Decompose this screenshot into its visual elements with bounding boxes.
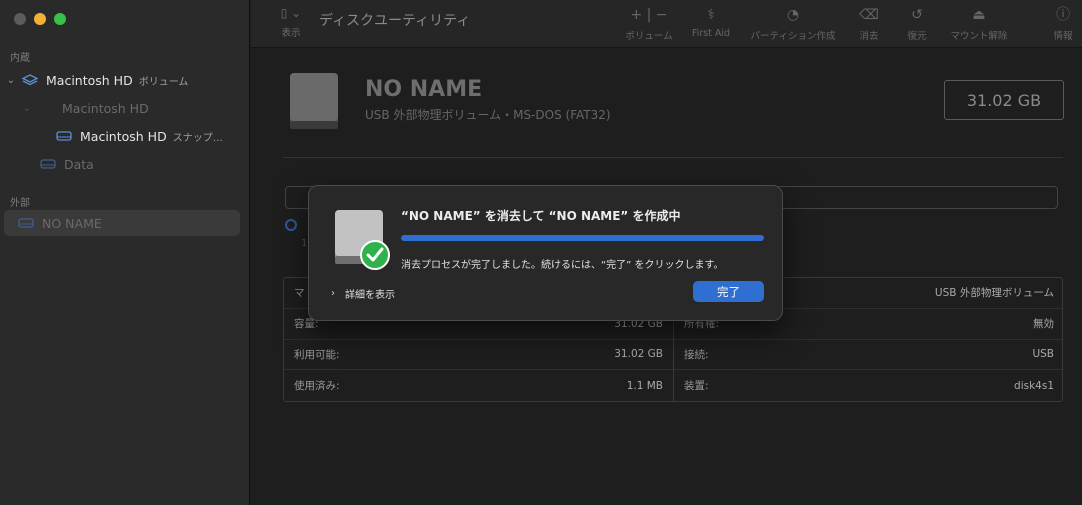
erase-button[interactable]: ⌫ 消去 xyxy=(851,6,887,42)
pie-chart-icon: ◔ xyxy=(786,7,800,23)
sidebar-item-label: NO NAME xyxy=(42,215,102,231)
info-value: disk4s1 xyxy=(1014,379,1054,392)
disk-size: 31.02 GB xyxy=(944,80,1064,120)
restore-label: 復元 xyxy=(907,31,927,42)
sidebar-item-macintosh-hd-snapshot[interactable]: Macintosh HD スナップ… xyxy=(52,123,240,149)
info-value: 1.1 MB xyxy=(626,379,663,392)
sidebar-toggle-icon: ▯ ⌄ xyxy=(280,6,302,20)
sidebar: 内蔵 ⌄ Macintosh HD ボリューム ⌄ Macintosh HD M… xyxy=(0,0,250,505)
view-label: 表示 xyxy=(281,28,301,39)
toolbar: ▯ ⌄ 表示 ディスクユーティリティ + | − ボリューム ⚕ First A… xyxy=(251,0,1082,48)
sidebar-item-label: Macintosh HD xyxy=(80,128,167,144)
chevron-down-icon[interactable]: ⌄ xyxy=(20,103,34,114)
info-label: マ xyxy=(294,287,305,300)
section-internal-label: 内蔵 xyxy=(10,53,30,64)
plus-minus-icon: + | − xyxy=(630,7,668,23)
volume-label: ボリューム xyxy=(625,31,673,42)
sidebar-item-macintosh-hd-volume[interactable]: ⌄ Macintosh HD ボリューム xyxy=(4,67,240,93)
info-row: 装置: disk4s1 xyxy=(674,370,1064,401)
info-label: 利用可能: xyxy=(294,348,340,361)
view-button[interactable]: ▯ ⌄ 表示 xyxy=(271,6,311,39)
erase-label: 消去 xyxy=(859,31,879,42)
stethoscope-icon: ⚕ xyxy=(707,7,715,23)
chevron-down-icon[interactable]: ⌄ xyxy=(4,75,18,86)
first-aid-button[interactable]: ⚕ First Aid xyxy=(687,6,735,39)
info-button[interactable]: ⓘ 情報 xyxy=(1047,6,1079,42)
drive-icon xyxy=(40,159,56,169)
sidebar-item-label: Data xyxy=(64,156,94,172)
info-label: 情報 xyxy=(1053,31,1073,42)
unmount-button[interactable]: ⏏ マウント解除 xyxy=(941,6,1017,42)
done-button[interactable]: 完了 xyxy=(693,281,764,302)
show-details-toggle[interactable]: › 詳細を表示 xyxy=(331,286,395,301)
erase-progress-dialog: “NO NAME” を消去して “NO NAME” を作成中 消去プロセスが完了… xyxy=(308,185,783,321)
info-row: 接続: USB xyxy=(674,340,1064,371)
legend-dot xyxy=(285,219,297,231)
layers-icon xyxy=(22,74,38,86)
partition-label: パーティション作成 xyxy=(750,31,836,42)
window-title: ディスクユーティリティ xyxy=(319,13,471,29)
drive-icon xyxy=(18,218,34,228)
minimize-window-button[interactable] xyxy=(34,13,46,25)
window-controls xyxy=(14,13,66,25)
info-label: 接続: xyxy=(684,348,709,361)
close-window-button[interactable] xyxy=(14,13,26,25)
sidebar-item-sub: ボリューム xyxy=(138,76,189,88)
external-drive-icon xyxy=(290,73,338,129)
drive-checkmark-icon xyxy=(335,210,390,270)
info-icon: ⓘ xyxy=(1056,7,1070,23)
disk-title: NO NAME xyxy=(365,77,483,102)
info-value: 無効 xyxy=(1033,318,1054,331)
info-row: 利用可能: 31.02 GB xyxy=(284,340,673,371)
legend-number: 1 xyxy=(301,238,308,249)
eject-icon: ⏏ xyxy=(972,7,986,23)
info-value: USB 外部物理ボリューム xyxy=(934,287,1054,300)
restore-icon: ↺ xyxy=(911,7,923,23)
volume-button[interactable]: + | − ボリューム xyxy=(621,6,677,42)
info-label: 装置: xyxy=(684,380,709,393)
sidebar-item-sub: スナップ… xyxy=(172,132,223,144)
erase-progress-bar xyxy=(401,235,764,241)
info-row: 使用済み: 1.1 MB xyxy=(284,370,673,401)
divider xyxy=(283,157,1063,158)
section-external-label: 外部 xyxy=(10,198,30,209)
sidebar-item-no-name[interactable]: NO NAME xyxy=(4,210,240,236)
restore-button[interactable]: ↺ 復元 xyxy=(899,6,935,42)
dialog-message: 消去プロセスが完了しました。続けるには、“完了” をクリックします。 xyxy=(401,260,724,271)
sidebar-item-label: Macintosh HD xyxy=(62,100,149,116)
partition-button[interactable]: ◔ パーティション作成 xyxy=(745,6,841,42)
dialog-title: “NO NAME” を消去して “NO NAME” を作成中 xyxy=(401,209,681,223)
drive-icon xyxy=(56,131,72,141)
unmount-label: マウント解除 xyxy=(950,31,1008,42)
disk-subtitle: USB 外部物理ボリューム・MS-DOS (FAT32) xyxy=(365,108,611,122)
chevron-right-icon: › xyxy=(331,288,335,299)
erase-icon: ⌫ xyxy=(859,7,879,23)
progress-fill xyxy=(401,235,764,241)
sidebar-item-label: Macintosh HD xyxy=(46,72,133,88)
show-details-label: 詳細を表示 xyxy=(345,290,395,301)
zoom-window-button[interactable] xyxy=(54,13,66,25)
sidebar-item-data[interactable]: Data xyxy=(36,151,240,177)
info-value: 31.02 GB xyxy=(614,348,663,361)
info-label: 使用済み: xyxy=(294,380,340,393)
sidebar-item-macintosh-hd-container[interactable]: ⌄ Macintosh HD xyxy=(20,95,240,121)
info-value: USB xyxy=(1032,348,1054,361)
first-aid-label: First Aid xyxy=(691,28,731,39)
